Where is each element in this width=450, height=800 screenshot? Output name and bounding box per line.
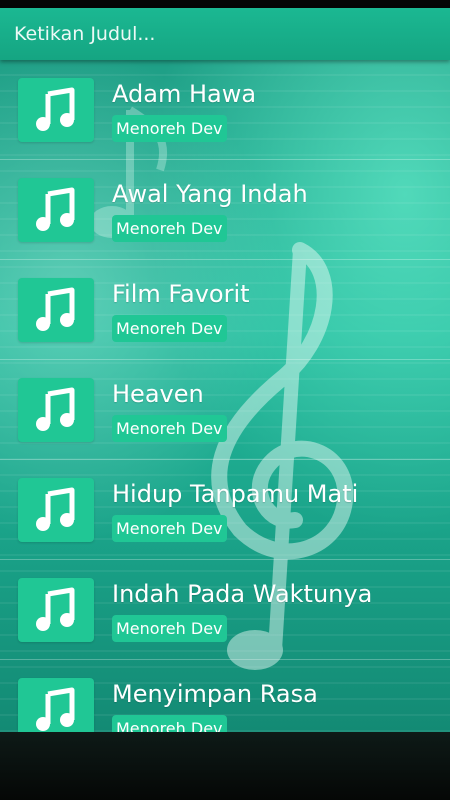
song-artist-badge: Menoreh Dev xyxy=(112,715,227,732)
search-input[interactable] xyxy=(14,18,434,50)
song-title: Indah Pada Waktunya xyxy=(112,580,373,608)
list-item[interactable]: Indah Pada Waktunya Menoreh Dev xyxy=(0,560,450,660)
song-title: Menyimpan Rasa xyxy=(112,680,318,708)
list-item[interactable]: Adam Hawa Menoreh Dev xyxy=(0,60,450,160)
song-title: Adam Hawa xyxy=(112,80,257,108)
music-note-icon xyxy=(18,378,94,442)
music-note-icon xyxy=(18,178,94,242)
song-list: Adam Hawa Menoreh Dev Awal Yang Indah Me… xyxy=(0,60,450,732)
search-bar xyxy=(0,8,450,60)
song-list-container[interactable]: Adam Hawa Menoreh Dev Awal Yang Indah Me… xyxy=(0,60,450,732)
song-artist-badge: Menoreh Dev xyxy=(112,115,227,142)
song-title: Awal Yang Indah xyxy=(112,180,308,208)
list-item[interactable]: Hidup Tanpamu Mati Menoreh Dev xyxy=(0,460,450,560)
status-bar xyxy=(0,0,450,8)
music-note-icon xyxy=(18,578,94,642)
music-note-icon xyxy=(18,78,94,142)
song-artist-badge: Menoreh Dev xyxy=(112,215,227,242)
song-artist-badge: Menoreh Dev xyxy=(112,515,227,542)
list-item[interactable]: Heaven Menoreh Dev xyxy=(0,360,450,460)
song-title: Hidup Tanpamu Mati xyxy=(112,480,359,508)
list-item[interactable]: Film Favorit Menoreh Dev xyxy=(0,260,450,360)
bottom-area xyxy=(0,732,450,800)
song-artist-badge: Menoreh Dev xyxy=(112,415,227,442)
song-title: Heaven xyxy=(112,380,204,408)
music-note-icon xyxy=(18,478,94,542)
list-item[interactable]: Awal Yang Indah Menoreh Dev xyxy=(0,160,450,260)
list-item[interactable]: Menyimpan Rasa Menoreh Dev xyxy=(0,660,450,732)
music-note-icon xyxy=(18,278,94,342)
song-artist-badge: Menoreh Dev xyxy=(112,315,227,342)
song-title: Film Favorit xyxy=(112,280,250,308)
music-note-icon xyxy=(18,678,94,732)
song-artist-badge: Menoreh Dev xyxy=(112,615,227,642)
